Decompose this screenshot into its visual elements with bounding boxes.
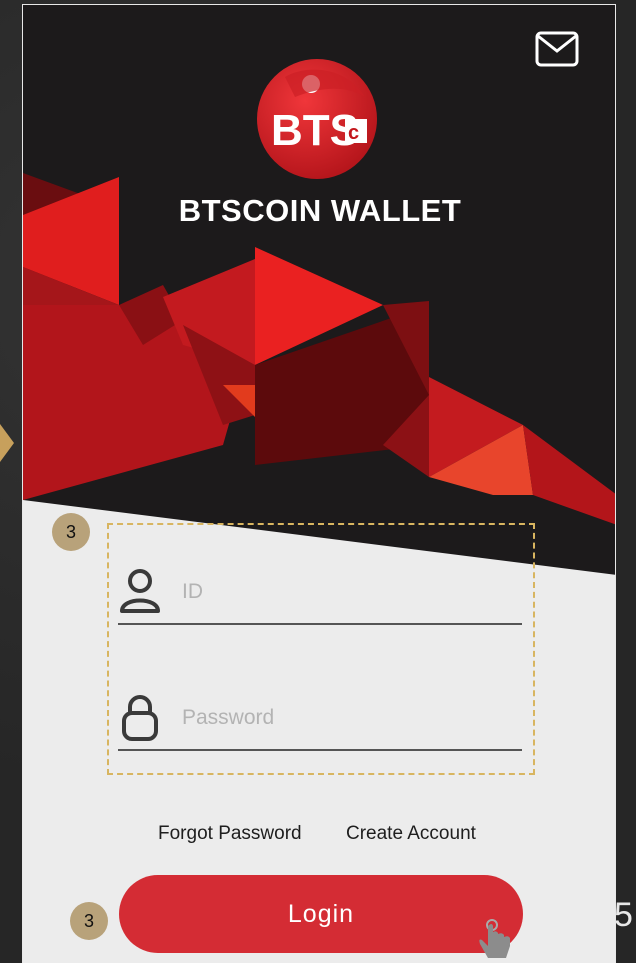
password-input[interactable]: [180, 705, 514, 731]
page-number: 5: [614, 896, 633, 934]
forgot-password-link[interactable]: Forgot Password: [158, 823, 302, 845]
annotation-badge: 3: [52, 513, 90, 551]
id-underline: [118, 623, 522, 625]
password-field: [118, 693, 522, 753]
brand-title: BTSCOIN WALLET: [178, 193, 462, 228]
login-button[interactable]: Login: [119, 875, 523, 953]
password-underline: [118, 749, 522, 751]
lock-icon: [122, 695, 158, 741]
phone-screen: BTS c BTSCOIN WALLET Forgot Password Cre…: [22, 4, 616, 963]
svg-text:c: c: [348, 122, 359, 144]
id-field: [118, 567, 522, 627]
mail-icon[interactable]: [535, 31, 579, 67]
create-account-link[interactable]: Create Account: [346, 823, 476, 845]
nav-arrow-left: [0, 424, 14, 462]
bts-logo: BTS c: [257, 59, 377, 179]
hand-pointer-icon: [479, 919, 510, 958]
annotation-badge: 3: [70, 902, 108, 940]
id-input[interactable]: [180, 579, 514, 605]
user-icon: [120, 569, 160, 613]
